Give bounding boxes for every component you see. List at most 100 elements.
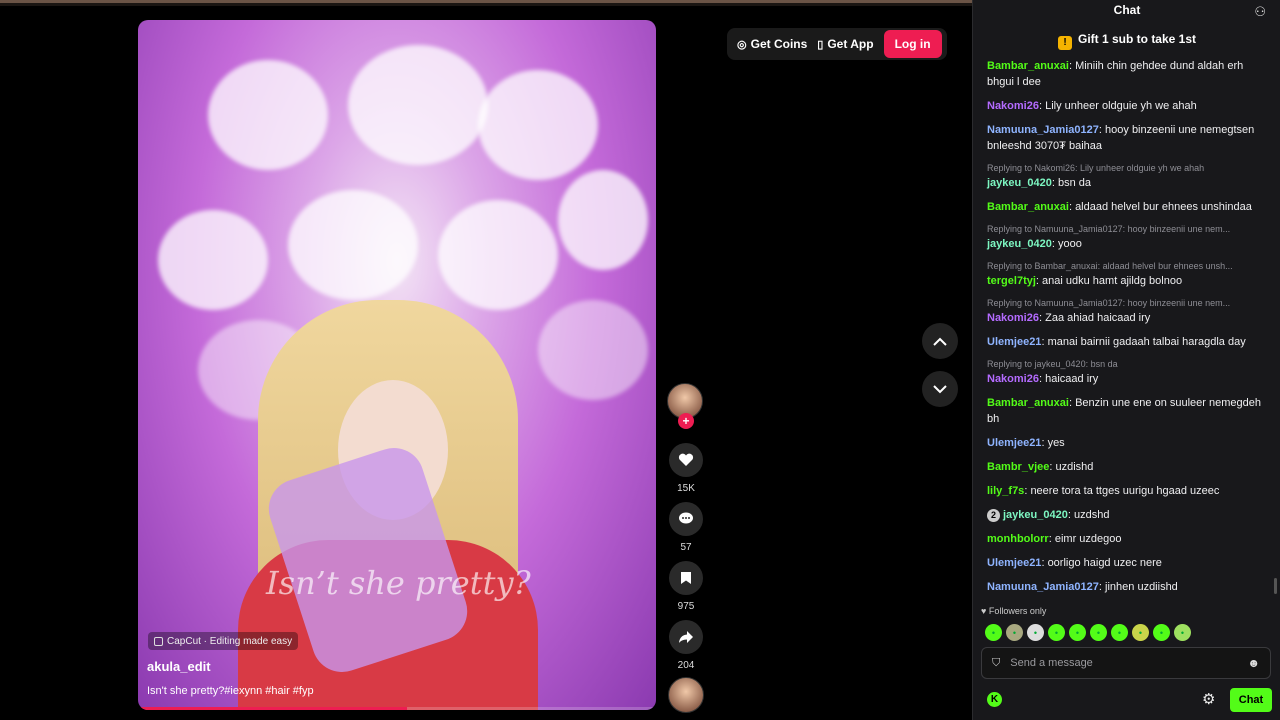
- chat-username[interactable]: Namuuna_Jamia0127: [987, 124, 1099, 136]
- chat-message-text: Lily unheer oldguie yh we ahah: [1045, 100, 1197, 112]
- emote-icon[interactable]: •: [1111, 624, 1128, 641]
- chat-message: Replying to Nakomi26: Lily unheer oldgui…: [987, 162, 1267, 191]
- shield-icon: ⛉: [992, 656, 1001, 669]
- emote-icon[interactable]: •: [1090, 624, 1107, 641]
- bokeh-light: [438, 200, 558, 310]
- gear-icon[interactable]: ⚙: [1202, 690, 1215, 708]
- chat-message-text: jinhen uzdiishd: [1105, 581, 1178, 593]
- gift-banner-label: Gift 1 sub to take 1st: [1077, 32, 1197, 46]
- video-progress-bar[interactable]: [138, 707, 656, 710]
- bokeh-light: [558, 170, 648, 270]
- chat-username[interactable]: tergel7tyj: [987, 275, 1036, 287]
- get-app-button[interactable]: ▯ Get App: [817, 37, 873, 51]
- chat-input-box[interactable]: ⛉ ☻: [981, 647, 1271, 679]
- chat-message-text: neere tora ta ttges uurigu hgaad uzeec: [1030, 485, 1220, 497]
- chat-message: Namuuna_Jamia0127: jinhen uzdiishd: [987, 579, 1267, 595]
- emote-icon[interactable]: •: [985, 624, 1002, 641]
- chat-message-text: anai udku hamt ajildg bolnoo: [1042, 275, 1183, 287]
- login-button[interactable]: Log in: [883, 30, 942, 58]
- chat-username[interactable]: Bambr_vjee: [987, 461, 1049, 473]
- video-actions: + 15K 57 975 204: [667, 383, 705, 713]
- get-app-label: Get App: [827, 37, 874, 51]
- chat-username[interactable]: monhbolorr: [987, 533, 1049, 545]
- save-count: 975: [677, 601, 695, 612]
- video-player[interactable]: Isn’t she pretty?: [138, 20, 656, 710]
- chat-message: Bambar_anuxai: Miniih chin gehdee dund a…: [987, 58, 1267, 90]
- chat-message-text: oorligo haigd uzec nere: [1047, 557, 1162, 569]
- next-video-button[interactable]: [922, 371, 958, 407]
- bokeh-light: [478, 70, 598, 180]
- chat-username[interactable]: Bambar_anuxai: [987, 60, 1069, 72]
- chat-message-input[interactable]: [1010, 657, 1248, 669]
- emote-icon[interactable]: •: [1153, 624, 1170, 641]
- capcut-icon: [154, 636, 163, 646]
- like-action[interactable]: 15K: [668, 443, 704, 494]
- video-author[interactable]: akula_edit: [147, 659, 211, 674]
- chat-message-text: eimr uzdegoo: [1054, 533, 1122, 545]
- chat-username[interactable]: Nakomi26: [987, 373, 1039, 385]
- emote-icon[interactable]: •: [1132, 624, 1149, 641]
- app-root: ◎ Get Coins ▯ Get App Log in Isn’t she p…: [0, 0, 1280, 720]
- followers-only-label: Followers only: [988, 606, 1047, 616]
- chat-username[interactable]: Ulemjee21: [987, 336, 1041, 348]
- share-icon[interactable]: [669, 620, 703, 654]
- chat-message: Replying to Namuuna_Jamia0127: hooy binz…: [987, 297, 1267, 326]
- chat-scrollbar[interactable]: [1274, 578, 1277, 594]
- chat-message: Nakomi26: Lily unheer oldguie yh we ahah: [987, 98, 1267, 114]
- bokeh-light: [288, 190, 418, 300]
- comment-icon[interactable]: [669, 502, 703, 536]
- chat-message: Ulemjee21: yes: [987, 435, 1267, 451]
- chat-username[interactable]: jaykeu_0420: [987, 177, 1052, 189]
- chat-message-text: uzdshd: [1073, 509, 1110, 521]
- chat-username[interactable]: Namuuna_Jamia0127: [987, 581, 1099, 593]
- chat-username[interactable]: lily_f7s: [987, 485, 1024, 497]
- bookmark-icon[interactable]: [669, 561, 703, 595]
- emote-bar: • • • • • • • • • •: [985, 624, 1191, 641]
- emote-icon[interactable]: •: [1069, 624, 1086, 641]
- emote-icon[interactable]: •: [1006, 624, 1023, 641]
- video-description: Isn't she pretty?#iexynn #hair #fyp: [147, 685, 314, 697]
- emoji-icon[interactable]: ☻: [1247, 656, 1260, 670]
- users-icon[interactable]: ⚇: [1254, 4, 1266, 20]
- share-count: 204: [677, 660, 695, 671]
- chat-username[interactable]: jaykeu_0420: [1003, 509, 1068, 521]
- share-action[interactable]: 204: [668, 620, 704, 671]
- chat-send-button[interactable]: Chat: [1230, 688, 1272, 712]
- chat-username[interactable]: Nakomi26: [987, 100, 1039, 112]
- chat-username[interactable]: Bambar_anuxai: [987, 201, 1069, 213]
- previous-video-button[interactable]: [922, 323, 958, 359]
- chat-username[interactable]: Ulemjee21: [987, 437, 1041, 449]
- emote-icon[interactable]: •: [1027, 624, 1044, 641]
- chat-message: Ulemjee21: oorligo haigd uzec nere: [987, 555, 1267, 571]
- comment-action[interactable]: 57: [668, 502, 704, 553]
- emote-icon[interactable]: •: [1174, 624, 1191, 641]
- followers-only-notice: ♥ Followers only: [981, 606, 1047, 616]
- emote-icon[interactable]: •: [1048, 624, 1065, 641]
- chat-message-text: aldaad helvel bur ehnees unshindaa: [1075, 201, 1252, 213]
- bokeh-light: [348, 45, 488, 165]
- chat-message: Replying to Namuuna_Jamia0127: hooy binz…: [987, 223, 1267, 252]
- chat-message: Bambar_anuxai: aldaad helvel bur ehnees …: [987, 199, 1267, 215]
- save-action[interactable]: 975: [668, 561, 704, 612]
- chat-username[interactable]: Nakomi26: [987, 312, 1039, 324]
- chat-username[interactable]: Bambar_anuxai: [987, 397, 1069, 409]
- kick-logo-icon[interactable]: K: [987, 692, 1002, 707]
- chat-message: Replying to Bambar_anuxai: aldaad helvel…: [987, 260, 1267, 289]
- gift-banner[interactable]: ! Gift 1 sub to take 1st: [973, 32, 1280, 52]
- chat-message-text: haicaad iry: [1045, 373, 1099, 385]
- capcut-label: CapCut · Editing made easy: [167, 635, 293, 647]
- chat-message-text: bsn da: [1057, 177, 1091, 189]
- follow-plus-icon[interactable]: +: [678, 413, 694, 429]
- top-progress-line: [0, 0, 972, 6]
- get-coins-label: Get Coins: [750, 37, 808, 51]
- heart-icon[interactable]: [669, 443, 703, 477]
- chat-username[interactable]: jaykeu_0420: [987, 238, 1052, 250]
- capcut-tag[interactable]: CapCut · Editing made easy: [148, 632, 299, 650]
- reply-context: Replying to Nakomi26: Lily unheer oldgui…: [987, 163, 1205, 173]
- chat-username[interactable]: Ulemjee21: [987, 557, 1041, 569]
- get-coins-button[interactable]: ◎ Get Coins: [737, 37, 807, 51]
- reply-context: Replying to jaykeu_0420: bsn da: [987, 359, 1118, 369]
- next-author-avatar[interactable]: [668, 677, 704, 713]
- bokeh-light: [158, 210, 268, 310]
- chat-message: Ulemjee21: manai bairnii gadaah talbai h…: [987, 334, 1267, 350]
